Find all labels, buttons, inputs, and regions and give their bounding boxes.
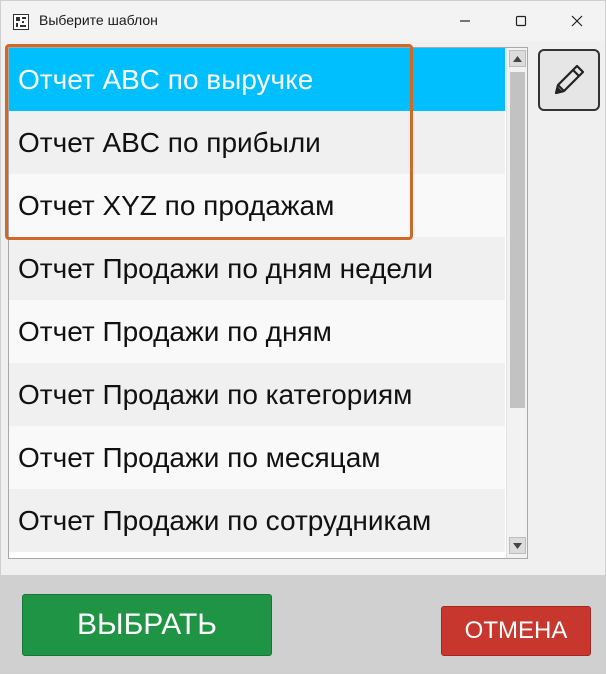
scroll-down-icon — [513, 542, 522, 549]
list-item-label: Отчет ABC по выручке — [18, 63, 314, 95]
vertical-scrollbar[interactable] — [506, 48, 527, 558]
list-item[interactable]: Отчет ABC по прибыли — [9, 111, 505, 174]
cancel-button[interactable]: ОТМЕНА — [441, 606, 591, 656]
scroll-up-icon — [513, 55, 522, 62]
list-item-label: Отчет Продажи по дням недели — [18, 252, 434, 284]
dialog-window: Выберите шаблон Отчет ABC по выручке Отч… — [0, 0, 606, 674]
template-list[interactable]: Отчет ABC по выручке Отчет ABC по прибыл… — [8, 47, 528, 559]
maximize-button[interactable] — [493, 1, 549, 41]
select-button[interactable]: ВЫБРАТЬ — [22, 594, 272, 656]
minimize-button[interactable] — [437, 1, 493, 41]
list-item[interactable]: Отчет Продажи по месяцам — [9, 426, 505, 489]
edit-template-button[interactable] — [538, 49, 600, 111]
list-item-label: Отчет Продажи по месяцам — [18, 441, 381, 473]
list-item[interactable]: Отчет Продажи по категориям — [9, 363, 505, 426]
scroll-thumb[interactable] — [510, 72, 525, 408]
maximize-icon — [515, 15, 527, 27]
list-item[interactable]: Отчет Продажи по сотрудникам — [9, 489, 505, 552]
list-item[interactable]: Отчет XYZ по продажам — [9, 174, 505, 237]
title-bar[interactable]: Выберите шаблон — [1, 1, 605, 41]
minimize-icon — [460, 20, 470, 22]
scroll-up-button[interactable] — [509, 50, 526, 67]
list-item[interactable]: Отчет ABC по выручке — [9, 48, 505, 111]
list-item-label: Отчет Продажи по дням — [18, 315, 332, 347]
list-item-label: Отчет Продажи по сотрудникам — [18, 504, 432, 536]
pencil-icon — [554, 64, 585, 95]
list-item-label: Отчет Продажи по категориям — [18, 378, 413, 410]
close-icon — [571, 15, 583, 27]
window-title: Выберите шаблон — [39, 12, 158, 28]
list-item[interactable]: Отчет Продажи по дням недели — [9, 237, 505, 300]
list-item-label: Отчет ABC по прибыли — [18, 126, 321, 158]
close-button[interactable] — [549, 1, 605, 41]
list-item-label: Отчет XYZ по продажам — [18, 189, 335, 221]
list-item[interactable]: Отчет Продажи по дням — [9, 300, 505, 363]
scroll-down-button[interactable] — [509, 537, 526, 554]
app-icon — [13, 14, 29, 30]
